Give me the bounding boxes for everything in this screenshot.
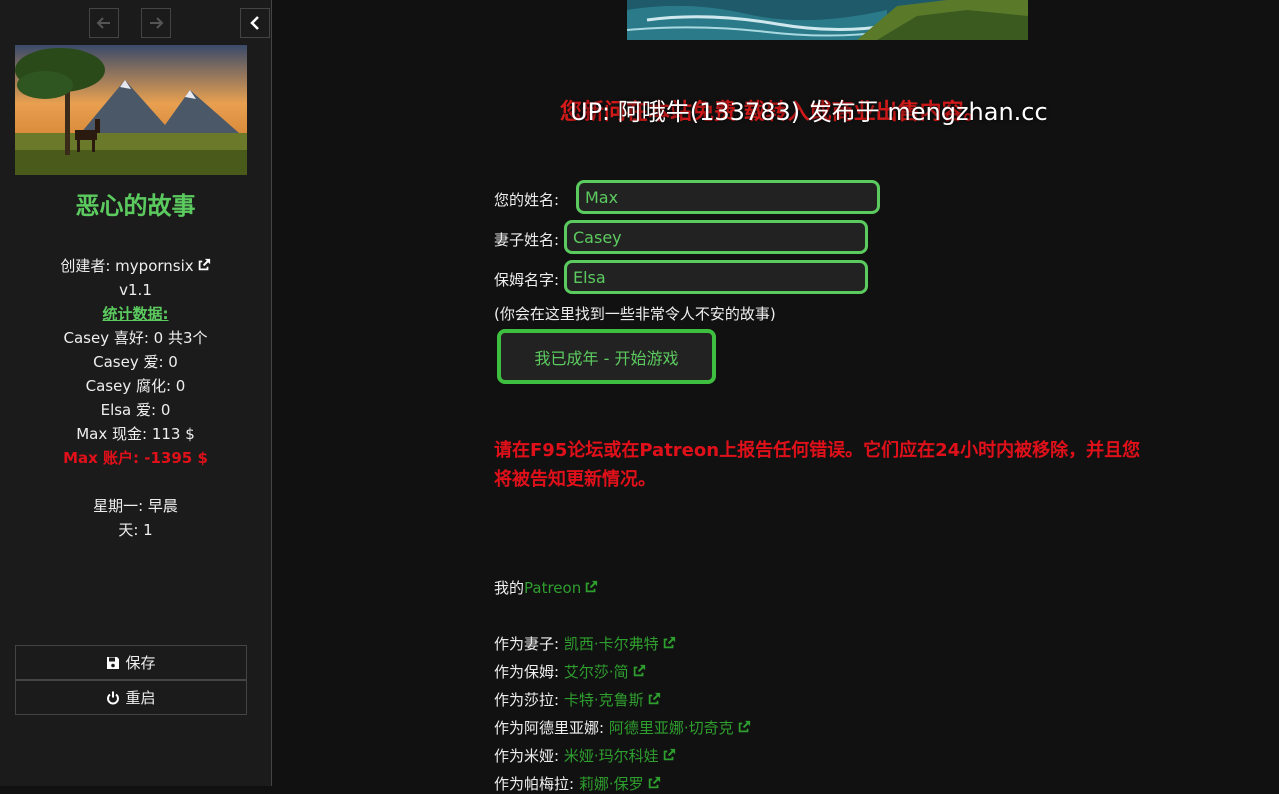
version-text: v1.1 [119,281,152,299]
day-counter: 天: 1 [118,521,153,539]
story-caption: 创建者: mypornsix v1.1 统计数据: Casey 喜好: 0 共3… [0,254,271,542]
stat-elsa-love: Elsa 爱: 0 [100,401,171,419]
content-warning-note: (你会在这里找到一些非常令人不安的故事) [494,305,776,323]
history-forward-button[interactable] [141,8,171,38]
credit-line: 作为保姆: 艾尔莎·简 [494,661,646,682]
credit-actress-link[interactable]: 莉娜·保罗 [579,775,644,793]
creator-label[interactable]: 创建者: mypornsix [60,257,193,275]
credit-role: 作为莎拉: [494,691,560,709]
credit-line: 作为米娅: 米娅·玛尔科娃 [494,745,676,766]
credit-actress-link[interactable]: 凯西·卡尔弗特 [564,635,659,653]
my-patreon-prefix: 我的 [494,579,525,597]
credit-actress-link[interactable]: 艾尔莎·简 [564,663,629,681]
story-title: 恶心的故事 [75,192,196,220]
wife-name-input[interactable] [564,220,868,254]
uploader-notice: 您新问在本站免费 载转入或商业出售内容。 UP: 阿哦牛(133783) 发布于… [0,92,1279,132]
credit-role: 作为阿德里亚娜: [494,719,605,737]
stats-link[interactable]: 统计数据: [103,305,169,323]
start-game-button[interactable]: 我已成年 - 开始游戏 [497,329,716,384]
external-link-icon [738,720,750,733]
bug-report-notice: 请在F95论坛或在Patreon上报告任何错误。它们应在24小时内被移除，并且您… [494,440,1141,490]
restart-button[interactable]: 重启 [15,680,247,715]
history-back-button[interactable] [89,8,119,38]
your-name-label: 您的姓名: [494,191,560,209]
external-link-icon [663,748,675,761]
external-link-icon [648,776,660,789]
credit-role: 作为保姆: [494,663,560,681]
credit-role: 作为帕梅拉: [494,775,575,793]
external-link-icon [633,664,645,677]
creator-line[interactable]: 创建者: mypornsix [0,254,271,278]
stat-casey-corruption: Casey 腐化: 0 [85,377,186,395]
chevron-left-icon [250,16,259,30]
time-of-day: 星期一: 早晨 [93,497,178,515]
credit-role: 作为米娅: [494,747,560,765]
credit-actress-link[interactable]: 卡特·克鲁斯 [564,691,644,709]
credit-role: 作为妻子: [494,635,560,653]
save-label: 保存 [125,654,156,672]
save-icon [107,656,120,669]
stat-max-cash: Max 现金: 113 $ [76,425,195,443]
credit-actress-link[interactable]: 阿德里亚娜·切奇克 [609,719,734,737]
credit-line: 作为阿德里亚娜: 阿德里亚娜·切奇克 [494,717,751,738]
stat-casey-likes: Casey 喜好: 0 共3个 [63,329,208,347]
external-link-icon [198,258,210,271]
credit-line: 作为莎拉: 卡特·克鲁斯 [494,689,661,710]
uploader-notice-text: UP: 阿哦牛(133783) 发布于 mengzhan.cc [570,98,1048,126]
wife-name-label: 妻子姓名: [494,231,560,249]
patreon-link[interactable]: Patreon [524,579,581,597]
save-button[interactable]: 保存 [15,645,247,680]
header-landscape-image [627,0,1028,40]
nanny-name-input[interactable] [564,260,868,294]
collapse-sidebar-button[interactable] [240,8,270,38]
arrow-left-icon [96,17,110,29]
credit-line: 作为帕梅拉: 莉娜·保罗 [494,773,661,794]
my-patreon-line: 我的Patreon [494,577,598,598]
arrow-right-icon [150,17,164,29]
credit-line: 作为妻子: 凯西·卡尔弗特 [494,633,676,654]
power-icon [107,691,120,704]
stat-casey-love: Casey 爱: 0 [93,353,178,371]
your-name-input[interactable] [576,180,880,214]
external-link-icon [648,692,660,705]
nanny-name-label: 保姆名字: [494,271,560,289]
stat-max-account: Max 账户: -1395 $ [63,449,208,467]
external-link-icon [663,636,675,649]
restart-label: 重启 [125,689,156,707]
external-link-icon [585,580,598,593]
credit-actress-link[interactable]: 米娅·玛尔科娃 [564,747,659,765]
